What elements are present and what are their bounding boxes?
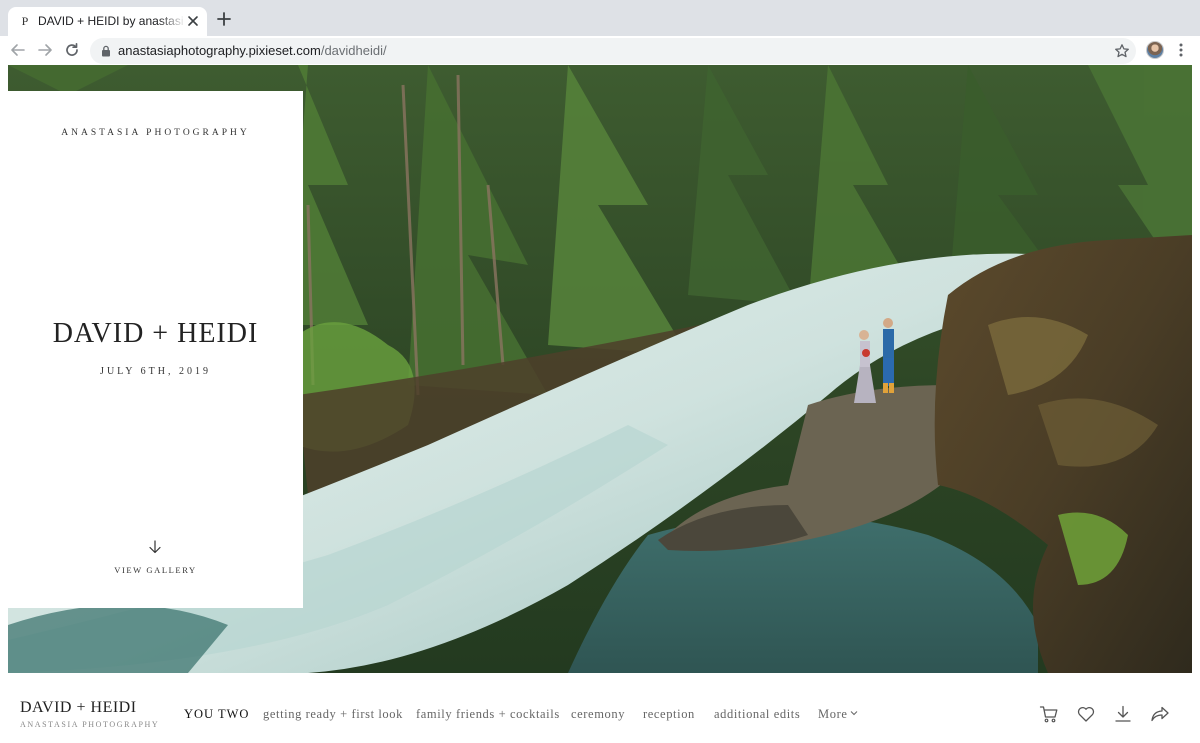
close-icon[interactable]: [186, 14, 200, 28]
chevron-down-icon: [851, 711, 858, 716]
url-path: /davidheidi/: [320, 43, 387, 58]
gallery-nav-bar: DAVID + HEIDI ANASTASIA PHOTOGRAPHY YOU …: [0, 673, 1200, 743]
gallery-title[interactable]: DAVID + HEIDI: [20, 699, 137, 717]
nav-item-reception[interactable]: reception: [643, 706, 695, 722]
browser-tab[interactable]: P DAVID + HEIDI by anastasia photography: [8, 7, 207, 36]
nav-item-you-two[interactable]: YOU TWO: [184, 706, 249, 722]
browser-tab-strip: P DAVID + HEIDI by anastasia photography: [0, 0, 1200, 36]
url-text: anastasiaphotography.pixieset.com/davidh…: [118, 43, 387, 59]
download-icon[interactable]: [1113, 704, 1133, 724]
nav-item-additional-edits[interactable]: additional edits: [714, 706, 800, 722]
nav-item-more[interactable]: More: [818, 706, 858, 722]
forward-arrow-icon[interactable]: [37, 42, 53, 58]
view-gallery-link[interactable]: VIEW GALLERY: [8, 565, 303, 575]
share-icon[interactable]: [1150, 704, 1170, 724]
tab-title-fade: [158, 11, 186, 31]
url-host: anastasiaphotography.pixieset.com: [118, 43, 321, 58]
lock-icon: [102, 45, 110, 57]
heart-icon[interactable]: [1076, 704, 1096, 724]
nav-item-getting-ready[interactable]: getting ready + first look: [263, 706, 403, 722]
bookmark-star-icon[interactable]: [1114, 43, 1130, 59]
cart-icon[interactable]: [1039, 704, 1059, 724]
reload-icon[interactable]: [64, 42, 80, 58]
more-label: More: [818, 707, 848, 721]
studio-name: ANASTASIA PHOTOGRAPHY: [61, 128, 250, 138]
gallery-subtitle: ANASTASIA PHOTOGRAPHY: [20, 720, 160, 729]
new-tab-plus-icon[interactable]: [216, 11, 232, 27]
browser-toolbar: anastasiaphotography.pixieset.com/davidh…: [0, 36, 1200, 65]
arrow-down-icon[interactable]: [147, 539, 163, 555]
address-bar[interactable]: anastasiaphotography.pixieset.com/davidh…: [90, 38, 1136, 64]
more-vertical-icon[interactable]: [1174, 42, 1188, 58]
profile-avatar[interactable]: [1146, 41, 1164, 59]
nav-item-family-friends[interactable]: family friends + cocktails: [416, 706, 560, 722]
back-arrow-icon[interactable]: [10, 42, 26, 58]
nav-item-ceremony[interactable]: ceremony: [571, 706, 625, 722]
cover-card: ANASTASIA PHOTOGRAPHY DAVID + HEIDI JULY…: [8, 91, 303, 608]
event-date: JULY 6TH, 2019: [100, 366, 211, 377]
couple-name: DAVID + HEIDI: [52, 318, 259, 349]
pixieset-favicon-icon: P: [21, 14, 29, 28]
